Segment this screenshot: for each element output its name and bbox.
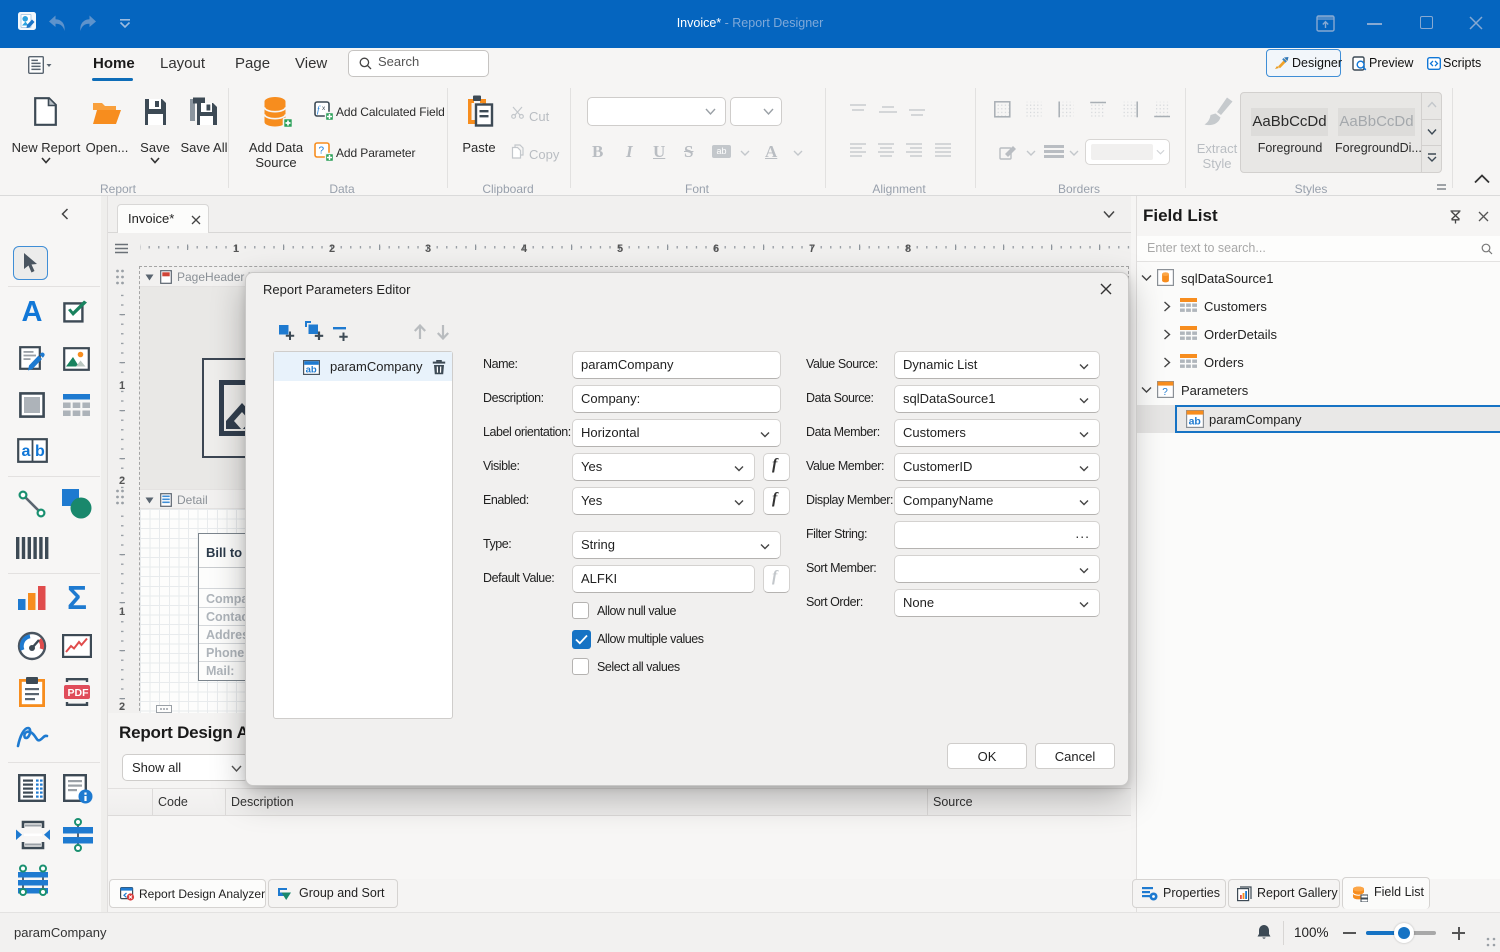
svg-text:?: ? xyxy=(319,146,325,157)
svg-text:2: 2 xyxy=(329,243,335,255)
svg-text:1: 1 xyxy=(119,380,125,392)
svg-text:3: 3 xyxy=(425,243,431,255)
svg-text:b: b xyxy=(35,443,45,460)
svg-text:PDF: PDF xyxy=(68,687,90,699)
svg-text:a: a xyxy=(22,443,31,460)
svg-text:1: 1 xyxy=(119,606,125,618)
svg-text:7: 7 xyxy=(809,243,815,255)
svg-text:4: 4 xyxy=(521,243,528,255)
svg-text:8: 8 xyxy=(905,243,911,255)
svg-text:?: ? xyxy=(1162,387,1168,398)
svg-text:6: 6 xyxy=(713,243,719,255)
svg-text:5: 5 xyxy=(617,243,623,255)
svg-text:1: 1 xyxy=(233,243,239,255)
svg-text:ab: ab xyxy=(306,365,317,375)
svg-text:2: 2 xyxy=(119,701,125,713)
svg-text:ab: ab xyxy=(1189,416,1201,428)
svg-text:2: 2 xyxy=(119,475,125,487)
